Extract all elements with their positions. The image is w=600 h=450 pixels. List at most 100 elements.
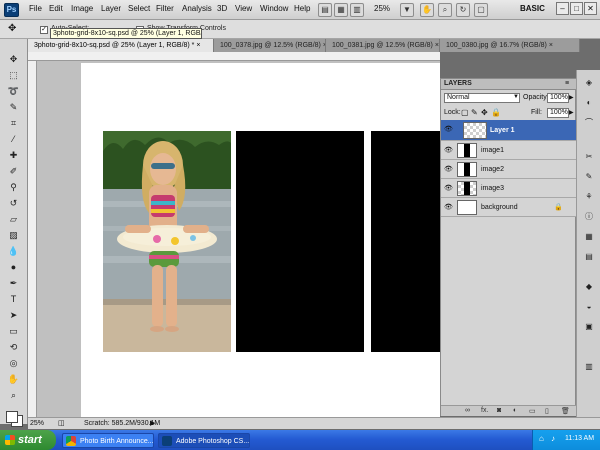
link-layers-icon[interactable]: ∞ xyxy=(465,407,470,414)
lock-transparent-icon[interactable]: ▢ xyxy=(461,108,469,117)
layer-row-image2[interactable]: 👁 image2 xyxy=(441,160,577,179)
opacity-input[interactable]: 100% xyxy=(547,93,569,103)
menu-view[interactable]: View xyxy=(235,4,252,13)
brush-tool-icon[interactable]: ✐ xyxy=(6,165,21,178)
move-tool-icon[interactable]: ✥ xyxy=(8,23,16,34)
menu-image[interactable]: Image xyxy=(71,4,93,13)
tab-100-0380[interactable]: 100_0380.jpg @ 16.7% (RGB/8) × xyxy=(440,39,580,52)
volume-icon[interactable]: ♪ xyxy=(551,434,555,443)
taskbar-chrome-window[interactable]: Photo Birth Announce... xyxy=(62,433,154,448)
screen-mode-icon[interactable]: ▢ xyxy=(474,3,488,17)
path-selection-tool-icon[interactable]: ➤ xyxy=(6,309,21,322)
lock-position-icon[interactable]: ✥ xyxy=(481,108,488,117)
workspace-switcher[interactable]: BASIC xyxy=(520,4,545,13)
new-group-icon[interactable]: ▭ xyxy=(529,407,536,415)
shape-tool-icon[interactable]: ▭ xyxy=(6,325,21,338)
healing-brush-tool-icon[interactable]: ✚ xyxy=(6,149,21,162)
crop-tool-icon[interactable]: ⌗ xyxy=(6,117,21,130)
auto-select-checkbox[interactable]: ✓ xyxy=(40,26,48,34)
layer-row-image3[interactable]: 👁 image3 xyxy=(441,179,577,198)
clone-stamp-tool-icon[interactable]: ⚲ xyxy=(6,181,21,194)
start-button[interactable]: start xyxy=(0,430,56,450)
document-canvas[interactable] xyxy=(81,63,440,417)
move-tool-icon[interactable]: ✥ xyxy=(6,53,21,66)
network-icon[interactable]: ⌂ xyxy=(539,434,544,443)
status-zoom[interactable]: 25% xyxy=(30,420,44,427)
visibility-eye-icon[interactable]: 👁 xyxy=(444,165,453,173)
canvas-workspace[interactable] xyxy=(37,61,440,417)
document-info-icon[interactable]: ◫ xyxy=(58,419,65,427)
styles-panel-icon[interactable]: ◆ xyxy=(582,280,596,293)
hand-tool-icon[interactable]: ✋ xyxy=(420,3,434,17)
fill-input[interactable]: 100% xyxy=(547,108,569,118)
layer-row-image1[interactable]: 👁 image1 xyxy=(441,141,577,160)
masks-panel-icon[interactable]: ▣ xyxy=(582,320,596,333)
zoom-level-select[interactable]: 25% xyxy=(374,4,390,13)
zoom-tool-icon[interactable]: ⌕ xyxy=(438,3,452,17)
tab-100-0381[interactable]: 100_0381.jpg @ 12.5% (RGB/8) × xyxy=(326,39,440,52)
new-layer-icon[interactable]: ▯ xyxy=(545,407,549,415)
rotate-view-icon[interactable]: ↻ xyxy=(456,3,470,17)
brush-panel-icon[interactable]: ✎ xyxy=(582,170,596,183)
chevron-down-icon[interactable]: ▼ xyxy=(513,94,519,100)
visibility-eye-icon[interactable]: 👁 xyxy=(444,203,453,211)
blend-mode-select[interactable]: Normal xyxy=(444,93,520,103)
gradient-tool-icon[interactable]: ▨ xyxy=(6,229,21,242)
menu-filter[interactable]: Filter xyxy=(156,4,174,13)
layer-style-icon[interactable]: fx. xyxy=(481,407,488,414)
marquee-tool-icon[interactable]: ⬚ xyxy=(6,69,21,82)
type-tool-icon[interactable]: T xyxy=(6,293,21,306)
adjustments-panel-icon[interactable]: ◒ xyxy=(582,300,596,313)
3d-orbit-tool-icon[interactable]: ◎ xyxy=(6,357,21,370)
tab-3photo-grid[interactable]: 3photo-grid-8x10-sq.psd @ 25% (Layer 1, … xyxy=(28,39,214,52)
lock-all-icon[interactable]: 🔒 xyxy=(491,108,501,117)
info-panel-icon[interactable]: ⓘ xyxy=(582,210,596,223)
bridge-icon[interactable]: ▤ xyxy=(318,3,332,17)
photo-placeholder-image3[interactable] xyxy=(371,131,440,352)
menu-edit[interactable]: Edit xyxy=(49,4,63,13)
photo-placeholder-image2[interactable] xyxy=(236,131,364,352)
eyedropper-tool-icon[interactable]: ⁄ xyxy=(6,133,21,146)
menu-analysis[interactable]: Analysis xyxy=(182,4,212,13)
minimize-button[interactable]: – xyxy=(556,2,569,15)
menu-3d[interactable]: 3D xyxy=(217,4,227,13)
dodge-tool-icon[interactable]: ● xyxy=(6,261,21,274)
view-extras-icon[interactable]: ▥ xyxy=(350,3,364,17)
photo-girl-at-beach[interactable] xyxy=(103,131,231,352)
panel-menu-icon[interactable]: ≡ xyxy=(565,80,569,87)
tab-100-0378[interactable]: 100_0378.jpg @ 12.5% (RGB/8) × xyxy=(214,39,326,52)
layers-panel-icon[interactable]: ◈ xyxy=(582,76,596,89)
visibility-eye-icon[interactable]: 👁 xyxy=(444,125,453,133)
menu-help[interactable]: Help xyxy=(294,4,310,13)
histogram-panel-icon[interactable]: ▥ xyxy=(582,360,596,373)
paths-panel-icon[interactable]: ⌒ xyxy=(582,116,596,129)
lasso-tool-icon[interactable]: ➰ xyxy=(6,85,21,98)
fill-arrow-icon[interactable]: ▶ xyxy=(569,109,574,116)
tools-panel-icon[interactable]: ✂ xyxy=(582,150,596,163)
opacity-arrow-icon[interactable]: ▶ xyxy=(569,94,574,101)
status-menu-arrow-icon[interactable]: ▶ xyxy=(150,419,155,427)
channels-panel-icon[interactable]: ◐ xyxy=(582,96,596,109)
hand-tool-icon[interactable]: ✋ xyxy=(6,373,21,386)
menu-layer[interactable]: Layer xyxy=(101,4,121,13)
close-button[interactable]: ✕ xyxy=(584,2,597,15)
pen-tool-icon[interactable]: ✒ xyxy=(6,277,21,290)
mini-bridge-icon[interactable]: ▦ xyxy=(334,3,348,17)
eraser-tool-icon[interactable]: ▱ xyxy=(6,213,21,226)
visibility-eye-icon[interactable]: 👁 xyxy=(444,146,453,154)
tab-close-icon[interactable]: × xyxy=(196,42,200,49)
layer-row-layer1[interactable]: 👁 Layer 1 xyxy=(441,120,577,141)
menu-window[interactable]: Window xyxy=(260,4,288,13)
quick-select-tool-icon[interactable]: ✎ xyxy=(6,101,21,114)
add-mask-icon[interactable]: ◙ xyxy=(497,407,501,414)
menu-select[interactable]: Select xyxy=(128,4,150,13)
clone-source-icon[interactable]: ⚘ xyxy=(582,190,596,203)
foreground-color-swatch[interactable] xyxy=(6,411,18,423)
swatches-panel-icon[interactable]: ▤ xyxy=(582,250,596,263)
clock[interactable]: 11:13 AM xyxy=(565,435,594,442)
layer-row-background[interactable]: 👁 background 🔒 xyxy=(441,198,577,217)
zoom-tool-icon[interactable]: ⌕ xyxy=(6,389,21,402)
tab-close-icon[interactable]: × xyxy=(435,42,439,49)
blur-tool-icon[interactable]: 💧 xyxy=(6,245,21,258)
arrange-documents-icon[interactable]: ▼ xyxy=(400,3,414,17)
